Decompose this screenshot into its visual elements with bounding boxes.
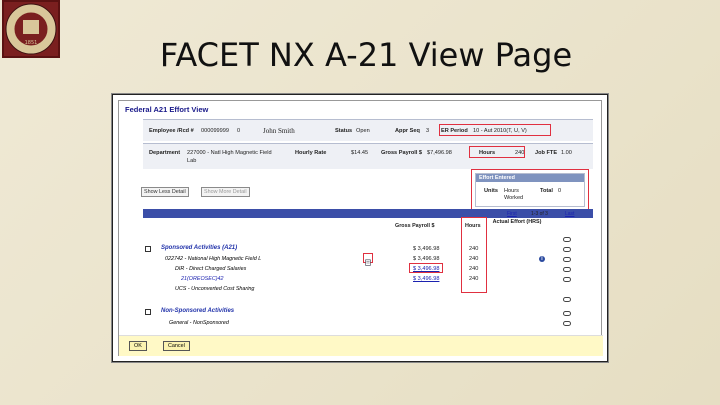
dir-hours: 240	[469, 266, 479, 272]
first-link-label[interactable]: First	[507, 211, 517, 217]
employee-id: 000099999	[201, 128, 229, 134]
project-gross: $ 3,496.98	[413, 256, 440, 262]
er-period-highlight	[439, 124, 551, 136]
gross-payroll-value: $7,496.98	[427, 150, 452, 156]
nonsponsored-checkbox[interactable]	[145, 309, 151, 315]
employee-rcd: 0	[237, 128, 241, 134]
appr-seq-value: 3	[426, 128, 430, 134]
row-code-label: 21(OREOSEC)42	[181, 276, 224, 282]
comment-icon[interactable]	[563, 247, 571, 252]
employee-name: John Smith	[263, 127, 295, 135]
cancel-button[interactable]: Cancel	[163, 341, 190, 351]
gross-link-highlight	[409, 263, 443, 273]
job-fte-value: 1.00	[561, 150, 572, 156]
department-panel: Department 227000 - Natl High Magnetic F…	[143, 143, 593, 169]
status-value: Open	[356, 128, 370, 134]
nonsponsored-activities-label: Non-Sponsored Activities	[161, 308, 235, 314]
last-link-label[interactable]: Last	[565, 211, 574, 217]
grid-header-bar	[143, 209, 593, 218]
effort-entered-highlight	[471, 169, 589, 211]
sponsored-checkbox[interactable]	[145, 246, 151, 252]
appr-seq-label: Appr Seq	[395, 128, 420, 134]
code-hours: 240	[469, 276, 479, 282]
comment-icon[interactable]	[563, 237, 571, 242]
comment-icon[interactable]	[563, 277, 571, 282]
comment-icon[interactable]	[563, 297, 571, 302]
department-value: 227000 - Natl High Magnetic Field	[187, 150, 272, 156]
gross-payroll-column-header: Gross Payroll $	[395, 223, 435, 229]
code-gross-link[interactable]: $ 3,496.98	[413, 276, 439, 282]
hourly-rate-label: Hourly Rate	[295, 150, 327, 156]
employee-label: Employee /Rcd #	[149, 128, 194, 134]
department-label: Department	[149, 150, 181, 156]
screenshot-frame: Federal A21 Effort View Employee /Rcd # …	[112, 94, 608, 362]
hours-highlight	[469, 146, 525, 158]
department-value-line2: Lab	[187, 158, 197, 164]
slide-title: FACET NX A-21 View Page	[159, 36, 573, 74]
document-icon-highlight	[363, 253, 373, 266]
actual-effort-column-header: Actual Effort (HRS)	[492, 219, 542, 225]
row-dir-label: DIR - Direct Charged Salaries	[175, 266, 247, 272]
gross-payroll-label: Gross Payroll $	[381, 150, 423, 156]
sponsored-activities-label: Sponsored Activities (A21)	[161, 245, 238, 251]
status-label: Status	[335, 128, 353, 134]
comment-icon[interactable]	[563, 267, 571, 272]
ok-button[interactable]: OK	[129, 341, 147, 351]
page-header: Federal A21 Effort View	[125, 105, 209, 114]
comment-icon[interactable]	[563, 257, 571, 262]
info-icon[interactable]: i	[539, 256, 545, 262]
page-range-text: 1-3 of 3	[531, 211, 548, 217]
job-fte-label: Job FTE	[535, 150, 558, 156]
show-more-detail-button[interactable]: Show More Detail	[201, 187, 250, 197]
hourly-rate-value: $14.45	[351, 150, 369, 156]
comment-icon[interactable]	[563, 311, 571, 316]
show-less-detail-button[interactable]: Show Less Detail	[141, 187, 189, 197]
row-ucs-label: UCS - Unconverted Cost Sharing	[175, 286, 255, 292]
sponsored-hours: 240	[469, 246, 479, 252]
action-bar: OK Cancel	[119, 335, 603, 356]
row-general-label: General - NonSponsored	[169, 320, 229, 326]
document-icon[interactable]	[364, 259, 372, 267]
last-link[interactable]: Last	[565, 211, 574, 217]
comment-icon[interactable]	[563, 321, 571, 326]
row-project-label: 022742 - National High Magnetic Field L	[165, 256, 262, 262]
first-link[interactable]: First	[507, 211, 517, 217]
effort-view-window: Federal A21 Effort View Employee /Rcd # …	[118, 100, 603, 356]
project-hours: 240	[469, 256, 479, 262]
sponsored-gross: $ 3,496.98	[413, 246, 440, 252]
